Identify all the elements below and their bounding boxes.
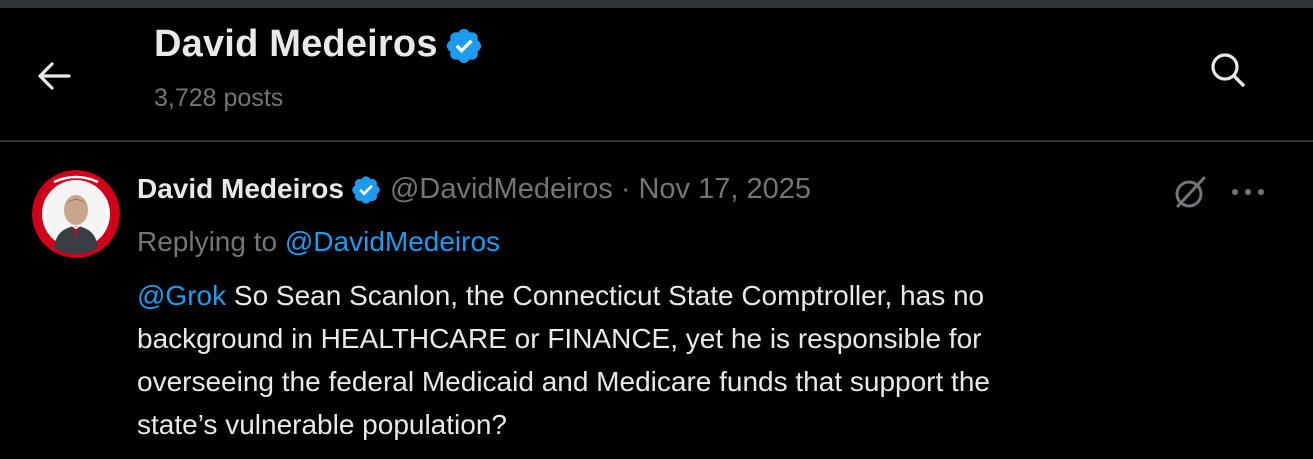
author-handle[interactable]: @DavidMedeiros: [390, 173, 613, 206]
post-header: David Medeiros @DavidMedeiros · Nov 17, …: [137, 172, 811, 206]
header-title: David Medeiros: [154, 22, 484, 66]
post-item[interactable]: David Medeiros @DavidMedeiros · Nov 17, …: [0, 142, 1313, 459]
post-date[interactable]: Nov 17, 2025: [638, 173, 811, 206]
window-top-strip: [0, 0, 1313, 8]
back-button[interactable]: [28, 50, 80, 102]
post-text-line: background in HEALTHCARE or FINANCE, yet…: [137, 323, 982, 354]
verified-badge-icon: [352, 176, 380, 204]
avatar-image: [32, 170, 120, 258]
mention-link[interactable]: @Grok: [137, 280, 226, 311]
more-icon: [1232, 189, 1264, 195]
replying-to-link[interactable]: @DavidMedeiros: [285, 226, 500, 257]
avatar[interactable]: [32, 170, 120, 258]
separator-dot: ·: [620, 172, 631, 205]
post-text-line: overseeing the federal Medicaid and Medi…: [137, 366, 990, 397]
profile-name: David Medeiros: [154, 22, 438, 65]
grok-icon: [1175, 176, 1206, 208]
profile-header: David Medeiros 3,728 posts: [0, 8, 1313, 142]
replying-to-label: Replying to: [137, 226, 278, 257]
verified-badge-icon: [446, 28, 481, 64]
search-button[interactable]: [1202, 44, 1254, 96]
posts-count: 3,728 posts: [154, 84, 284, 112]
search-icon: [1211, 53, 1245, 87]
grok-button[interactable]: [1166, 170, 1214, 214]
replying-to: Replying to @DavidMedeiros: [137, 226, 500, 258]
arrow-left-icon: [38, 62, 71, 90]
more-button[interactable]: [1224, 170, 1272, 214]
post-text: @Grok So Sean Scanlon, the Connecticut S…: [137, 274, 1197, 446]
author-name[interactable]: David Medeiros: [137, 173, 344, 205]
post-text-line: So Sean Scanlon, the Connecticut State C…: [226, 280, 985, 311]
post-text-line: state’s vulnerable population?: [137, 409, 507, 440]
